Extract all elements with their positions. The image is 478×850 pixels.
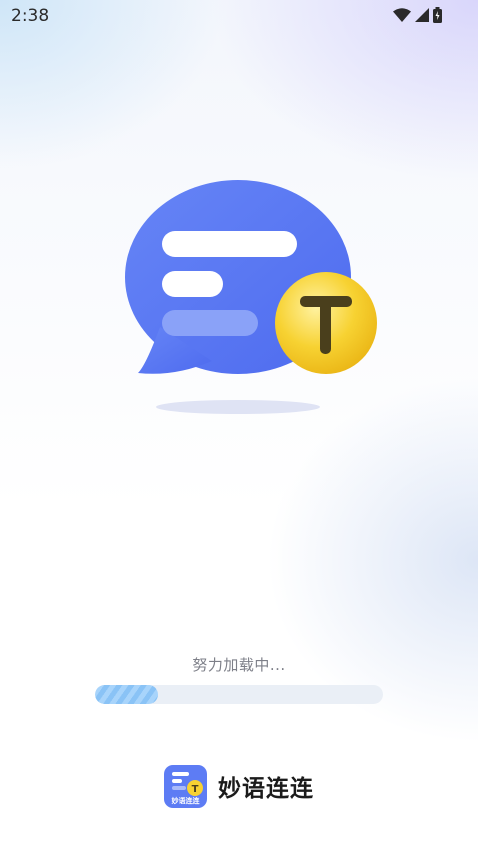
loading-text: 努力加载中... xyxy=(192,656,286,674)
brand: T 妙语连连 妙语连连 xyxy=(164,764,314,808)
hero-shadow xyxy=(156,400,320,414)
logo-badge-letter: T xyxy=(192,784,199,795)
app-logo-icon: T 妙语连连 xyxy=(164,764,207,808)
status-bar: 2:38 xyxy=(0,0,478,34)
status-icons xyxy=(393,7,442,23)
loading-progress-bar xyxy=(95,685,383,704)
hero-illustration xyxy=(120,175,390,425)
battery-icon xyxy=(433,7,442,23)
app-name: 妙语连连 xyxy=(218,776,314,802)
badge-t-icon xyxy=(275,272,377,374)
signal-icon xyxy=(415,8,429,22)
wifi-icon xyxy=(393,8,411,22)
app-logo-caption: 妙语连连 xyxy=(171,796,200,805)
loading-progress-fill xyxy=(95,685,159,704)
status-time: 2:38 xyxy=(11,6,50,26)
